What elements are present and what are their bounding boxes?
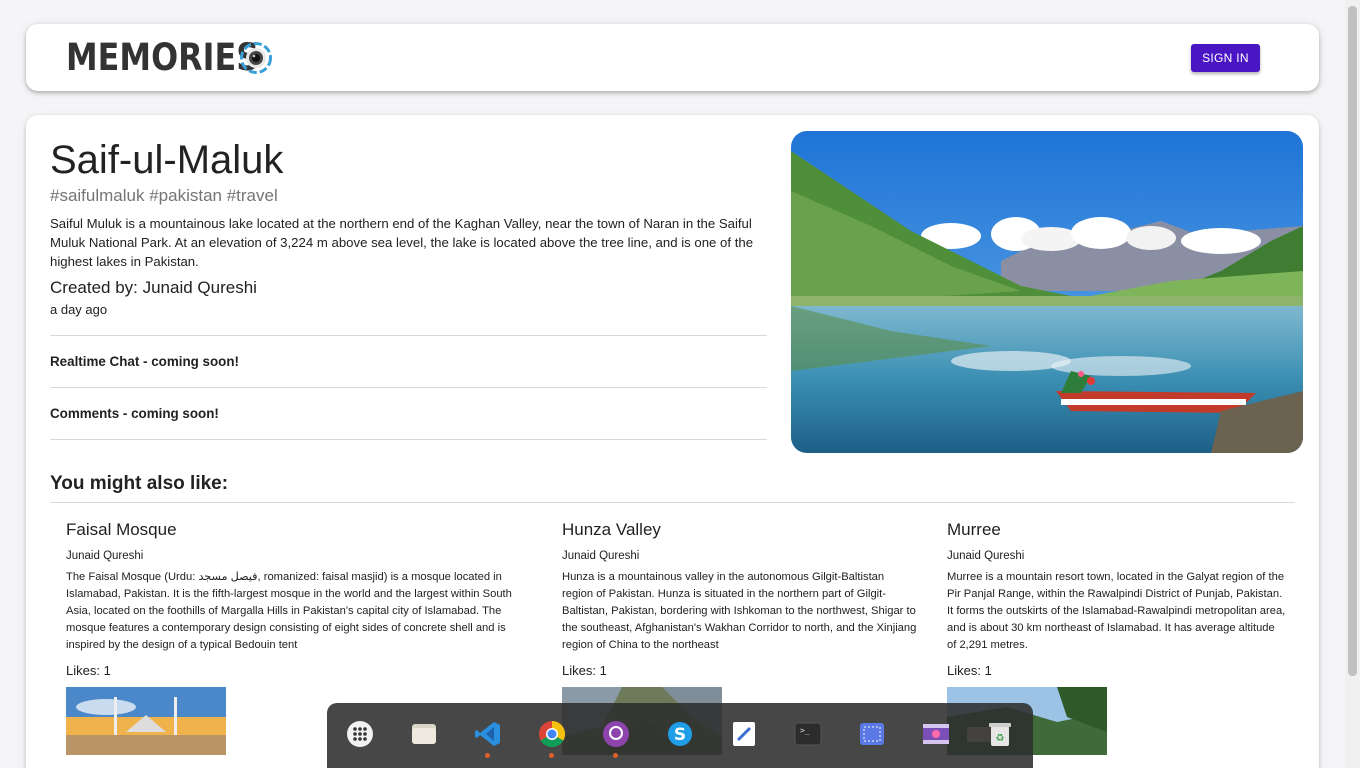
- divider: [50, 439, 767, 440]
- realtime-chat-notice: Realtime Chat - coming soon!: [50, 354, 239, 369]
- recommendation-card[interactable]: Hunza Valley Junaid Qureshi Hunza is a m…: [562, 520, 917, 654]
- screenshot-icon[interactable]: [858, 720, 886, 748]
- post-details-card: Saif-ul-Maluk #saifulmaluk #pakistan #tr…: [26, 115, 1319, 768]
- recommendation-card[interactable]: Murree Junaid Qureshi Murree is a mounta…: [947, 520, 1287, 654]
- svg-text:>_: >_: [800, 726, 810, 735]
- recommendation-card[interactable]: Faisal Mosque Junaid Qureshi The Faisal …: [66, 520, 526, 654]
- recommendation-text: The Faisal Mosque (Urdu: فیصل مسجد, roma…: [66, 571, 512, 651]
- chrome-icon[interactable]: [538, 720, 566, 748]
- divider: [50, 387, 767, 388]
- github-desktop-icon[interactable]: [602, 720, 630, 748]
- apps-grid-icon[interactable]: [346, 720, 374, 748]
- post-title: Saif-ul-Maluk: [50, 138, 284, 182]
- recommendation-author: Junaid Qureshi: [66, 550, 144, 562]
- post-tags: #saifulmaluk #pakistan #travel: [50, 186, 278, 205]
- recommendation-text: Murree is a mountain resort town, locate…: [947, 571, 1286, 651]
- post-image: [791, 131, 1303, 453]
- text-editor-icon[interactable]: [730, 720, 758, 748]
- comments-notice: Comments - coming soon!: [50, 406, 219, 421]
- svg-text:♻: ♻: [996, 733, 1005, 744]
- sign-in-button[interactable]: SIGN IN: [1191, 44, 1260, 72]
- recommendation-likes: Likes: 1: [562, 663, 607, 678]
- recommendation-title: Faisal Mosque: [66, 520, 177, 539]
- recommendation-likes: Likes: 1: [66, 663, 111, 678]
- trash-icon[interactable]: ♻: [986, 720, 1014, 748]
- recommendations-heading: You might also like:: [50, 473, 229, 494]
- brand-title: MEMORIES: [66, 36, 260, 79]
- scrollbar-thumb[interactable]: [1348, 6, 1357, 676]
- post-description: Saiful Muluk is a mountainous lake locat…: [50, 216, 754, 269]
- recommendation-author: Junaid Qureshi: [947, 550, 1025, 562]
- recommendation-text: Hunza is a mountainous valley in the aut…: [562, 571, 917, 651]
- page-scrollbar[interactable]: [1345, 0, 1360, 768]
- post-creator: Created by: Junaid Qureshi: [50, 278, 257, 297]
- app-bar: MEMORIES SIGN IN: [26, 24, 1319, 91]
- desktop-dock: S >_ ♻: [327, 703, 1033, 768]
- recommendation-image[interactable]: [66, 687, 226, 755]
- files-icon[interactable]: [410, 720, 438, 748]
- running-indicator: [613, 753, 618, 758]
- skype-icon[interactable]: S: [666, 720, 694, 748]
- post-time: a day ago: [50, 302, 108, 317]
- recommendation-title: Hunza Valley: [562, 520, 661, 539]
- svg-text:S: S: [674, 725, 686, 745]
- video-icon[interactable]: [922, 720, 950, 748]
- running-indicator: [485, 753, 490, 758]
- running-indicator: [549, 753, 554, 758]
- vscode-icon[interactable]: [474, 720, 502, 748]
- divider: [50, 335, 767, 336]
- recommendation-title: Murree: [947, 520, 1001, 539]
- recommendation-author: Junaid Qureshi: [562, 550, 640, 562]
- divider: [50, 502, 1295, 503]
- recommendation-likes: Likes: 1: [947, 663, 992, 678]
- camera-lens-icon: [240, 42, 272, 74]
- terminal-icon[interactable]: >_: [794, 720, 822, 748]
